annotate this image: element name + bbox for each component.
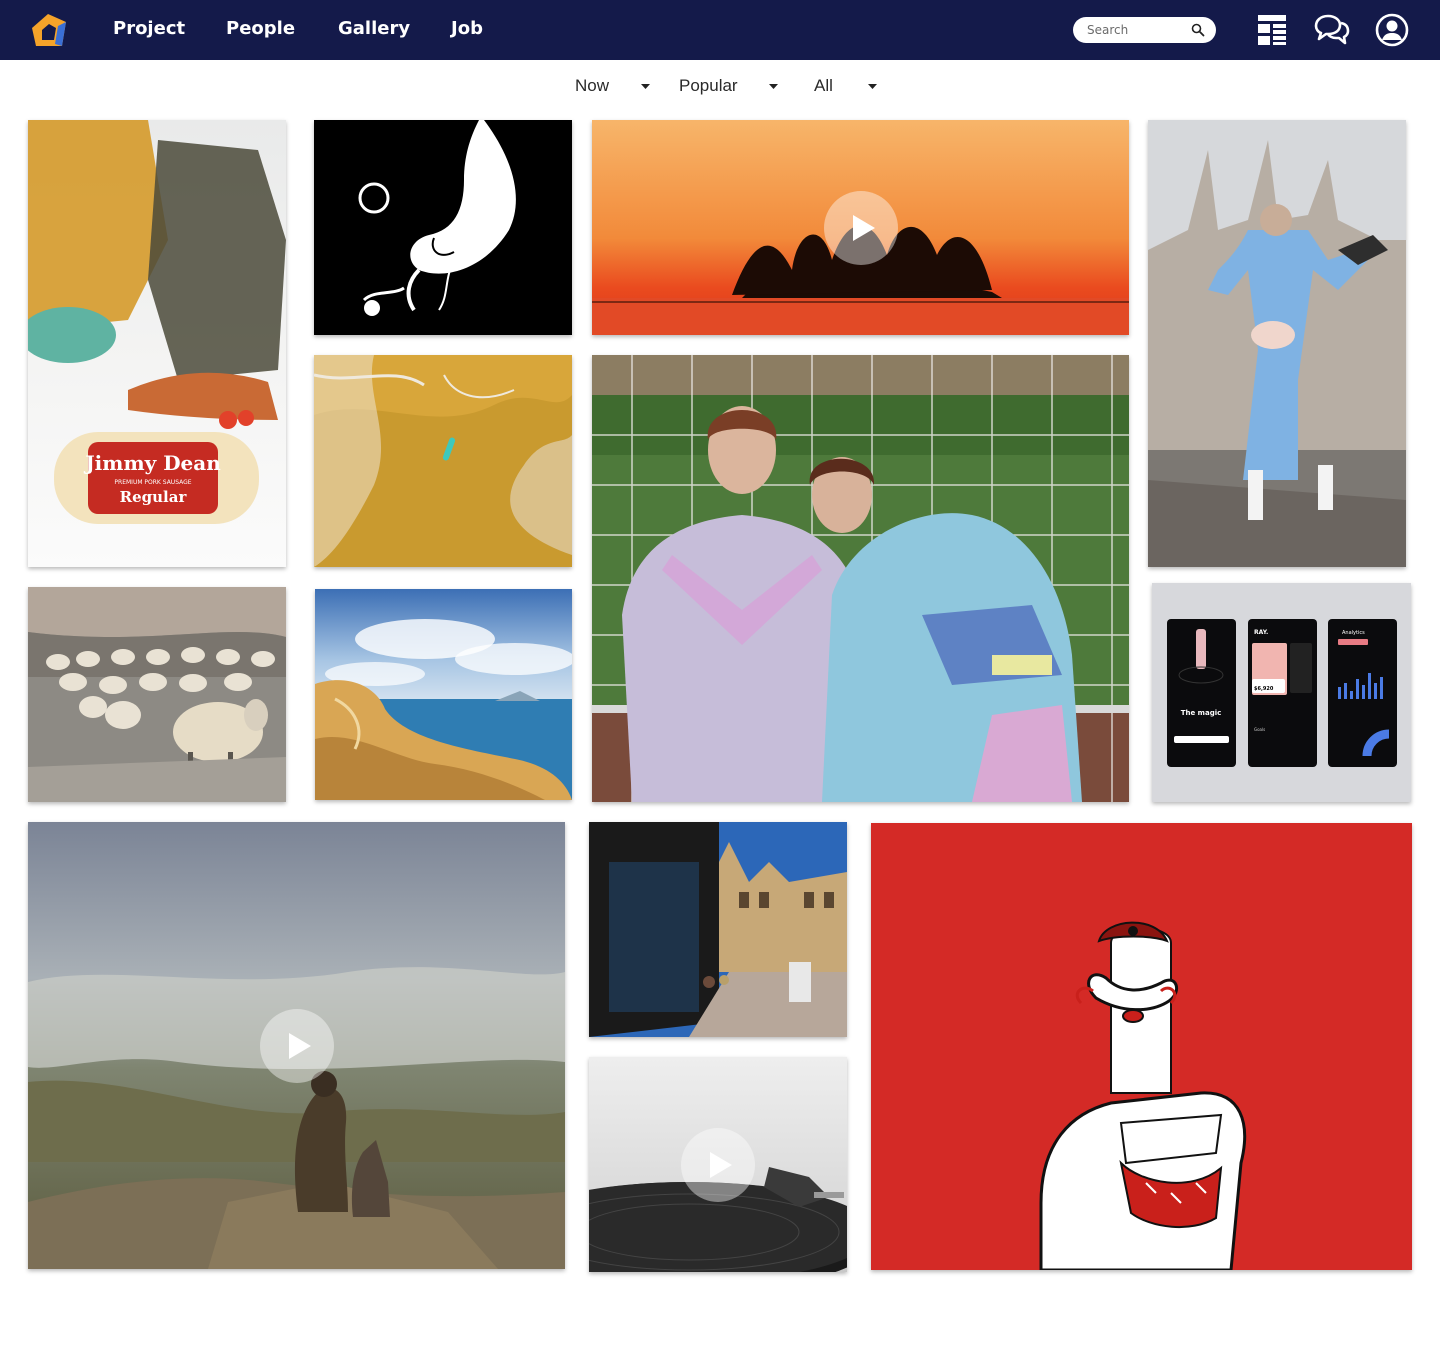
nav-people[interactable]: People <box>226 17 295 41</box>
search-box <box>1073 17 1216 43</box>
hand-illustration <box>314 120 572 335</box>
street-photo <box>589 822 847 1037</box>
top-navigation-bar: Project People Gallery Job <box>0 0 1440 60</box>
finger-character-illustration <box>871 823 1412 1270</box>
gallery-item-hiker-video[interactable] <box>28 822 565 1269</box>
filter-sort-label: Popular <box>679 76 738 95</box>
food-photo: Jimmy Dean PREMIUM PORK SAUSAGE Regular <box>28 120 286 567</box>
app-screen-1-title: The magic <box>1181 709 1222 717</box>
rocky-coast-photo <box>315 589 572 800</box>
app-screens-mockup: The magic RAY. $6,920 Goals Analytics <box>1152 583 1411 802</box>
user-account-icon[interactable] <box>1375 13 1409 47</box>
caret-down-icon <box>868 84 877 89</box>
nav-project[interactable]: Project <box>113 17 185 41</box>
gallery-item-aerial-sand[interactable] <box>314 355 572 567</box>
search-icon[interactable] <box>1191 23 1205 37</box>
gallery-item-sunset-video[interactable] <box>592 120 1129 335</box>
app-screen-2-brand: RAY. <box>1254 629 1268 636</box>
gallery-item-two-girls[interactable] <box>592 355 1129 802</box>
filter-time-label: Now <box>575 76 610 95</box>
gallery-item-food[interactable]: Jimmy Dean PREMIUM PORK SAUSAGE Regular <box>28 120 286 567</box>
play-icon[interactable] <box>260 1009 334 1083</box>
gallery-item-street[interactable] <box>589 822 847 1037</box>
two-girls-photo <box>592 355 1129 802</box>
food-package-sub: PREMIUM PORK SAUSAGE <box>114 479 191 486</box>
food-package-brand: Jimmy Dean <box>83 451 221 475</box>
chat-bubbles-icon[interactable] <box>1314 13 1350 47</box>
app-screen-2-balance: $6,920 <box>1254 686 1274 692</box>
play-icon[interactable] <box>681 1128 755 1202</box>
food-package-variant: Regular <box>120 488 188 506</box>
sheep-photo <box>28 587 286 802</box>
gallery-item-hand-illustration[interactable] <box>314 120 572 335</box>
filter-time-dropdown[interactable]: Now <box>575 73 655 99</box>
caret-down-icon <box>641 84 650 89</box>
play-icon[interactable] <box>824 191 898 265</box>
gallery-item-sheep[interactable] <box>28 587 286 802</box>
filter-sort-dropdown[interactable]: Popular <box>679 73 783 99</box>
nav-gallery[interactable]: Gallery <box>338 17 410 41</box>
app-screen-2-goals: Goals <box>1254 727 1265 732</box>
filter-category-label: All <box>814 76 833 95</box>
cathedral-photo <box>1148 120 1406 567</box>
aerial-sand-photo <box>314 355 572 567</box>
gallery-item-cathedral-portrait[interactable] <box>1148 120 1406 567</box>
gallery-item-rocky-coast[interactable] <box>315 589 572 800</box>
gallery-item-turntable-video[interactable] <box>589 1057 847 1272</box>
caret-down-icon <box>769 84 778 89</box>
filter-category-dropdown[interactable]: All <box>814 73 878 99</box>
gallery-item-app-screens[interactable]: The magic RAY. $6,920 Goals Analytics <box>1152 583 1411 802</box>
search-input[interactable] <box>1087 21 1197 39</box>
nav-job[interactable]: Job <box>451 17 483 41</box>
layout-icon[interactable] <box>1257 13 1287 47</box>
gallery-item-finger-character[interactable] <box>871 823 1412 1270</box>
app-screen-3-title: Analytics <box>1342 630 1365 636</box>
brand-logo-icon[interactable] <box>28 10 72 50</box>
